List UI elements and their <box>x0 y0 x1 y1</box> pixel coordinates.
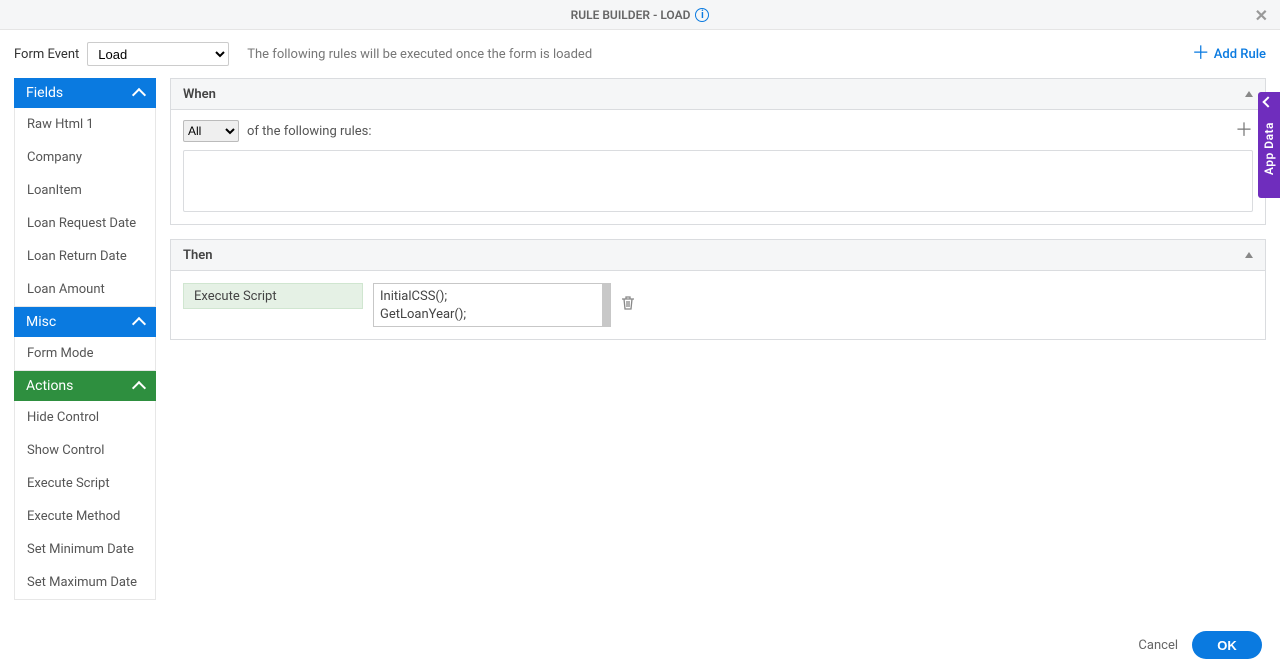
rule-area: When All of the following rules: ＋ Then … <box>170 78 1266 600</box>
sidebar-header-misc-label: Misc <box>26 314 56 330</box>
add-rule-button[interactable]: ＋ Add Rule <box>1192 45 1266 63</box>
sidebar-item-raw-html-1[interactable]: Raw Html 1 <box>15 108 155 141</box>
sidebar-misc-body: Form Mode <box>14 337 156 371</box>
when-body: All of the following rules: ＋ <box>170 110 1266 225</box>
info-icon[interactable]: i <box>695 8 709 22</box>
sidebar-header-actions-label: Actions <box>26 378 73 394</box>
then-label: Then <box>183 248 213 263</box>
collapse-up-icon[interactable] <box>1245 252 1253 258</box>
chevron-up-icon <box>132 87 146 101</box>
chevron-up-icon <box>132 380 146 394</box>
plus-icon: ＋ <box>1192 45 1210 63</box>
add-rule-label: Add Rule <box>1214 47 1266 62</box>
sidebar-item-form-mode[interactable]: Form Mode <box>15 337 155 370</box>
trash-icon[interactable] <box>621 295 635 311</box>
then-action-label: Execute Script <box>194 289 277 304</box>
event-row: Form Event Load The following rules will… <box>0 30 1280 78</box>
scrollbar[interactable] <box>602 284 610 326</box>
then-body: Execute Script InitialCSS(); GetLoanYear… <box>170 271 1266 340</box>
script-textarea[interactable]: InitialCSS(); GetLoanYear(); <box>373 283 611 327</box>
sidebar-item-execute-script[interactable]: Execute Script <box>15 467 155 500</box>
sidebar-item-company[interactable]: Company <box>15 141 155 174</box>
chevron-left-icon <box>1262 96 1273 107</box>
when-header[interactable]: When <box>170 78 1266 110</box>
when-label: When <box>183 87 216 102</box>
form-event-description: The following rules will be executed onc… <box>247 47 592 62</box>
form-event-select[interactable]: Load <box>87 42 229 66</box>
sidebar-item-loanitem[interactable]: LoanItem <box>15 174 155 207</box>
sidebar-item-loan-return-date[interactable]: Loan Return Date <box>15 240 155 273</box>
when-rules-text: of the following rules: <box>247 124 371 139</box>
sidebar-item-hide-control[interactable]: Hide Control <box>15 401 155 434</box>
sidebar-header-fields[interactable]: Fields <box>14 78 156 108</box>
close-icon[interactable]: ✕ <box>1255 0 1268 30</box>
sidebar-item-set-minimum-date[interactable]: Set Minimum Date <box>15 533 155 566</box>
then-header[interactable]: Then <box>170 239 1266 271</box>
title-bar: RULE BUILDER - LOAD i ✕ <box>0 0 1280 30</box>
cancel-button[interactable]: Cancel <box>1138 638 1178 653</box>
appdata-label: App Data <box>1262 122 1276 175</box>
script-line-2: GetLoanYear(); <box>380 306 604 324</box>
sidebar: Fields Raw Html 1 Company LoanItem Loan … <box>14 78 156 600</box>
sidebar-item-loan-request-date[interactable]: Loan Request Date <box>15 207 155 240</box>
sidebar-item-execute-method[interactable]: Execute Method <box>15 500 155 533</box>
footer: Cancel OK <box>0 619 1280 671</box>
sidebar-item-show-control[interactable]: Show Control <box>15 434 155 467</box>
sidebar-header-misc[interactable]: Misc <box>14 307 156 337</box>
sidebar-header-actions[interactable]: Actions <box>14 371 156 401</box>
when-match-select[interactable]: All <box>183 120 239 142</box>
sidebar-actions-body: Hide Control Show Control Execute Script… <box>14 401 156 600</box>
collapse-up-icon[interactable] <box>1245 91 1253 97</box>
appdata-tab[interactable]: App Data <box>1258 92 1280 198</box>
sidebar-header-fields-label: Fields <box>26 85 63 101</box>
sidebar-item-set-maximum-date[interactable]: Set Maximum Date <box>15 566 155 599</box>
title-text: RULE BUILDER - LOAD <box>571 8 691 22</box>
sidebar-fields-body: Raw Html 1 Company LoanItem Loan Request… <box>14 108 156 307</box>
sidebar-item-loan-amount[interactable]: Loan Amount <box>15 273 155 306</box>
ok-button[interactable]: OK <box>1192 631 1262 659</box>
add-condition-button[interactable]: ＋ <box>1235 122 1253 140</box>
then-action-tag[interactable]: Execute Script <box>183 283 363 309</box>
script-line-1: InitialCSS(); <box>380 288 604 306</box>
form-event-label: Form Event <box>14 47 79 62</box>
chevron-up-icon <box>132 316 146 330</box>
when-rules-slot[interactable] <box>183 150 1253 212</box>
